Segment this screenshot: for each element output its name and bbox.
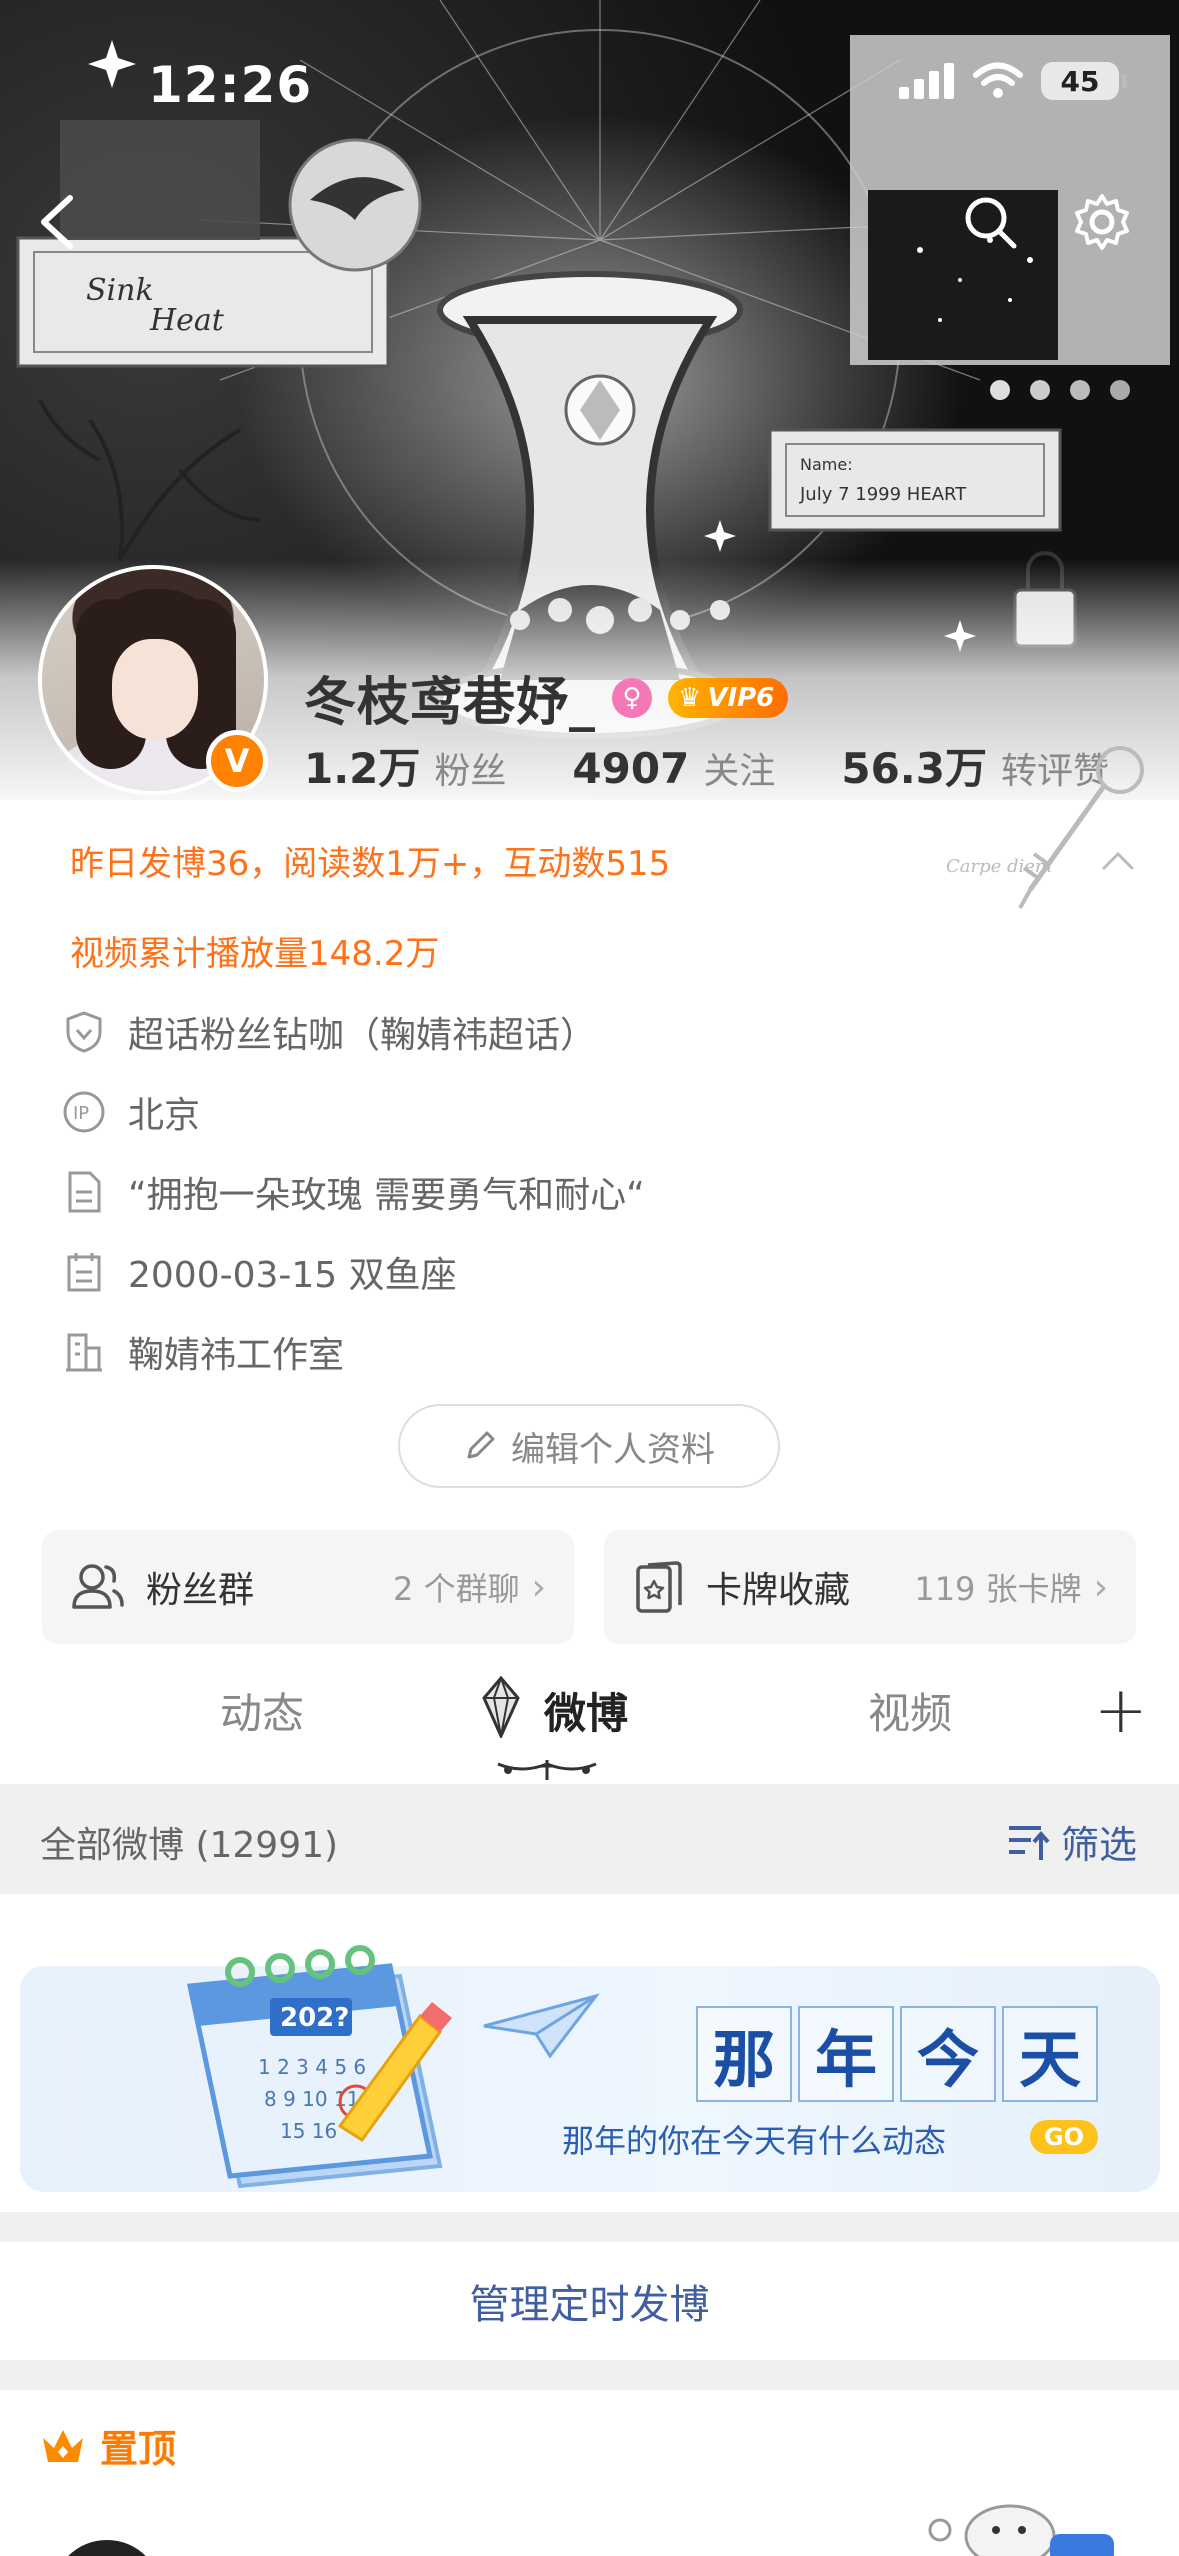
key-decoration-icon: Carpe diem: [946, 746, 1144, 909]
svg-text:July 7 1999 HEART: July 7 1999 HEART: [799, 484, 967, 505]
section-divider: [0, 2212, 1179, 2242]
cellular-signal-icon: [899, 63, 954, 99]
female-gender-icon: ♀: [612, 677, 653, 718]
battery-indicator: 45: [1041, 62, 1127, 100]
stat-number: 1.2万: [304, 744, 421, 793]
chevron-up-icon: [1102, 851, 1134, 870]
stat-label: 粉丝: [434, 751, 507, 792]
pinned-label: 置顶: [100, 2427, 177, 2471]
post-author-avatar[interactable]: [52, 2540, 162, 2556]
svg-text:Sink: Sink: [86, 273, 154, 308]
card-title: 粉丝群: [146, 1570, 255, 1611]
on-this-day-banner[interactable]: 202? 1 2 3 4 5 6 8 9 10 11 12 15 16 那 年 …: [20, 1945, 1160, 2192]
avatar-figure-face: [112, 639, 198, 739]
vip-label: VIP6: [707, 682, 775, 713]
chevron-left-icon: [41, 195, 73, 249]
profile-tabs: 动态 微博 视频 +: [0, 1674, 1179, 1780]
on-this-day-subtitle: 那年的你在今天有什么动态: [562, 2122, 947, 2160]
stat-label: 关注: [703, 751, 776, 792]
add-tab-button[interactable]: +: [1094, 1674, 1148, 1748]
section-divider: [0, 2360, 1179, 2390]
stat-number: 4907: [572, 744, 690, 793]
svg-text:IP: IP: [73, 1103, 89, 1124]
status-time: 12:26: [148, 56, 313, 114]
card-title: 卡牌收藏: [706, 1570, 851, 1611]
title-char: 天: [1002, 2006, 1098, 2102]
tab-feed[interactable]: 动态: [220, 1680, 304, 1741]
title-char: 那: [696, 2006, 792, 2102]
search-icon: [965, 197, 1017, 249]
crown-icon: ♛: [678, 682, 702, 713]
info-text: 超话粉丝钻咖（鞠婧祎超话）: [128, 1015, 597, 1056]
info-birthday: 2000-03-15 双鱼座: [62, 1246, 457, 1298]
trading-card-icon: [636, 1561, 682, 1613]
verified-badge: V: [206, 730, 268, 792]
shield-icon: [62, 1010, 106, 1054]
chevron-right-icon: ›: [1093, 1566, 1108, 1608]
info-company[interactable]: 鞠婧祎工作室: [62, 1326, 344, 1378]
decorative-sticker-icon: [928, 2504, 1114, 2556]
document-icon: [62, 1170, 106, 1214]
collapse-info-button[interactable]: [1100, 840, 1136, 881]
diamond-pendant-icon: [482, 1676, 520, 1738]
pinned-header: 置顶: [40, 2418, 176, 2473]
go-button[interactable]: GO: [1030, 2120, 1098, 2154]
gear-icon: [1075, 194, 1129, 250]
wifi-icon: [973, 62, 1023, 98]
info-bio: “拥抱一朵玫瑰 需要勇气和耐心“: [62, 1166, 645, 1218]
info-ip-location: IP 北京: [62, 1086, 200, 1138]
active-tab-indicator: [497, 1760, 597, 1780]
profile-name-row: 冬枝鸢巷妤_ ♀ ♛ VIP6: [304, 660, 789, 735]
video-plays-line[interactable]: 视频累计播放量148.2万: [70, 926, 439, 975]
ip-location-icon: IP: [62, 1090, 106, 1134]
manage-scheduled-posts-button[interactable]: 管理定时发博: [0, 2242, 1179, 2360]
info-text: 2000-03-15 双鱼座: [128, 1255, 457, 1296]
stat-followers[interactable]: 1.2万 粉丝: [304, 735, 506, 796]
info-text: “拥抱一朵玫瑰 需要勇气和耐心“: [128, 1175, 645, 1216]
svg-text:Carpe diem: Carpe diem: [946, 856, 1052, 877]
edit-profile-button[interactable]: 编辑个人资料: [398, 1404, 780, 1488]
title-char: 年: [798, 2006, 894, 2102]
svg-text:Heat: Heat: [149, 303, 225, 338]
chevron-right-icon: ›: [531, 1566, 546, 1608]
info-text: 北京: [128, 1095, 201, 1136]
paper-plane-icon: [483, 1993, 600, 2059]
svg-text:1 2 3 4 5 6: 1 2 3 4 5 6: [258, 2055, 366, 2079]
search-button[interactable]: [954, 186, 1026, 258]
fans-group-card[interactable]: 粉丝群 2 个群聊 ›: [42, 1530, 574, 1644]
profile-name: 冬枝鸢巷妤_: [304, 673, 597, 733]
filter-button[interactable]: 筛选: [1007, 1814, 1137, 1869]
svg-text:15 16: 15 16: [280, 2119, 337, 2143]
info-super-topic[interactable]: 超话粉丝钻咖（鞠婧祎超话）: [62, 1006, 596, 1058]
building-icon: [62, 1330, 106, 1374]
card-subtitle: 2 个群聊: [393, 1570, 520, 1608]
svg-text:Name:: Name:: [800, 455, 853, 474]
filter-icon: [1008, 1825, 1050, 1860]
calendar-year: 202?: [280, 2003, 349, 2033]
crown-icon: [43, 2429, 83, 2462]
on-this-day-title: 那 年 今 天: [696, 2006, 1098, 2102]
daily-stats-line[interactable]: 昨日发博36，阅读数1万+，互动数515: [70, 836, 670, 885]
card-collection-card[interactable]: 卡牌收藏 119 张卡牌 ›: [604, 1530, 1136, 1644]
settings-button[interactable]: [1066, 186, 1138, 258]
tab-weibo[interactable]: 微博: [544, 1680, 628, 1741]
edit-profile-label: 编辑个人资料: [511, 1429, 715, 1470]
stat-following[interactable]: 4907 关注: [572, 742, 775, 794]
tab-video[interactable]: 视频: [868, 1680, 952, 1741]
profile-page: Sink Heat Name: July 7 1999 HEART 12:26 …: [0, 0, 1179, 2556]
weibo-filter-bar: 全部微博 (12991) 筛选: [0, 1784, 1179, 1894]
group-users-icon: [72, 1564, 124, 1609]
status-icons: 45: [899, 62, 1127, 100]
title-char: 今: [900, 2006, 996, 2102]
back-button[interactable]: [20, 186, 92, 258]
filter-label: 筛选: [1060, 1823, 1137, 1867]
calendar-icon: [62, 1250, 106, 1294]
card-subtitle: 119 张卡牌: [914, 1570, 1082, 1608]
vip-badge[interactable]: ♛ VIP6: [668, 677, 789, 718]
all-weibo-count[interactable]: 全部微博 (12991): [40, 1816, 338, 1868]
calendar-illustration-icon: 202? 1 2 3 4 5 6 8 9 10 11 12 15 16: [186, 1945, 452, 2189]
info-text: 鞠婧祎工作室: [128, 1335, 345, 1376]
pencil-icon: [467, 1431, 495, 1459]
